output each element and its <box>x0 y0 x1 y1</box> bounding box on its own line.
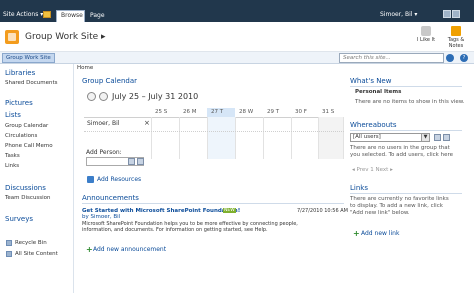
search-icon[interactable] <box>446 54 454 62</box>
announcement-date: 7/27/2010 10:56 AM <box>297 208 348 214</box>
announcement-author[interactable]: by Simoer, Bil <box>82 214 120 220</box>
links-title[interactable]: Links <box>350 184 368 192</box>
day-header[interactable]: 25 S <box>151 108 179 117</box>
whereabouts-empty-text: There are no users in the group that you… <box>350 145 453 158</box>
navigate-up-icon[interactable] <box>43 11 51 18</box>
calendar-row-divider <box>84 131 344 132</box>
top-nav-current-tab[interactable]: Group Work Site <box>2 53 55 63</box>
whats-new-empty-text: There are no items to show in this view. <box>355 99 465 105</box>
announcement-body: Microsoft SharePoint Foundation helps yo… <box>82 221 298 233</box>
chevron-down-icon[interactable]: ▼ <box>421 134 429 141</box>
whereabouts-pager[interactable]: ◂ Prev 1 Next ▸ <box>352 167 393 173</box>
nav-head-surveys[interactable]: Surveys <box>5 215 33 223</box>
site-title[interactable]: Group Work Site ▸ <box>25 32 106 42</box>
check-names-icon[interactable] <box>128 158 135 165</box>
calendar-day-column-today[interactable] <box>207 117 235 159</box>
tag-icon <box>451 26 461 36</box>
announcements-title[interactable]: Announcements <box>82 194 139 202</box>
day-header[interactable]: 29 T <box>263 108 291 117</box>
ribbon-bar: Site Actions ▾ Browse Page Simoer, Bil ▾ <box>0 0 474 22</box>
top-nav: Group Work Site Search this site... ? <box>0 52 474 64</box>
nav-head-lists[interactable]: Lists <box>5 111 21 119</box>
add-resources-icon <box>87 176 94 183</box>
recycle-bin-icon <box>6 240 12 246</box>
user-menu[interactable]: Simoer, Bil ▾ <box>380 11 417 18</box>
all-site-content-icon <box>6 251 12 257</box>
day-header-today[interactable]: 27 T <box>207 108 235 117</box>
minimize-icon[interactable] <box>443 10 451 18</box>
search-input[interactable]: Search this site... <box>339 53 444 63</box>
calendar-day-column[interactable] <box>318 117 344 159</box>
nav-head-pictures[interactable]: Pictures <box>5 99 33 107</box>
site-actions-menu[interactable]: Site Actions ▾ <box>3 11 43 18</box>
whereabouts-title[interactable]: Whereabouts <box>350 121 397 129</box>
nav-item-recycle-bin[interactable]: Recycle Bin <box>15 240 47 246</box>
whereabouts-divider <box>350 130 462 131</box>
calendar-day-column[interactable] <box>151 117 179 159</box>
nav-item-tasks[interactable]: Tasks <box>5 153 20 159</box>
calendar-date-range: July 25 – July 31 2010 <box>112 92 199 101</box>
tab-page[interactable]: Page <box>86 11 106 22</box>
title-bar: Group Work Site ▸ I Like It Tags & Notes <box>0 22 474 52</box>
nav-item-phone-call-memo[interactable]: Phone Call Memo <box>5 143 53 149</box>
help-icon[interactable] <box>452 10 460 18</box>
calendar-person-name[interactable]: Simoer, Bil <box>87 120 119 127</box>
i-like-it-label: I Like It <box>416 37 436 43</box>
add-person-label: Add Person: <box>86 149 122 156</box>
breadcrumb[interactable]: Home <box>77 65 93 71</box>
thumbs-up-icon <box>421 26 431 36</box>
nav-item-team-discussion[interactable]: Team Discussion <box>5 195 51 201</box>
window-controls <box>442 10 470 19</box>
day-header[interactable]: 30 F <box>291 108 318 117</box>
whats-new-title[interactable]: What's New <box>350 77 391 85</box>
day-header[interactable]: 28 W <box>235 108 263 117</box>
add-person-input[interactable] <box>86 157 144 166</box>
personal-items-heading: Personal Items <box>355 89 402 95</box>
whats-new-divider <box>350 86 462 87</box>
remove-person-icon[interactable]: × <box>144 119 150 127</box>
site-logo-icon <box>5 30 19 44</box>
calendar-day-column[interactable] <box>291 117 318 159</box>
add-announcement-icon: + <box>86 245 93 254</box>
calendar-next-icon[interactable] <box>99 92 108 101</box>
add-announcement-link[interactable]: Add new announcement <box>93 246 166 253</box>
calendar-day-column[interactable] <box>263 117 291 159</box>
links-empty-text: There are currently no favorite links to… <box>350 196 449 216</box>
calendar-title[interactable]: Group Calendar <box>82 77 137 85</box>
help-button-icon[interactable]: ? <box>460 54 468 62</box>
nav-head-libraries[interactable]: Libraries <box>5 69 35 77</box>
announcements-divider <box>82 203 344 204</box>
nav-head-discussions[interactable]: Discussions <box>5 184 46 192</box>
nav-item-shared-documents[interactable]: Shared Documents <box>5 80 57 86</box>
whereabouts-edit-icon[interactable] <box>443 134 450 141</box>
calendar-prev-icon[interactable] <box>87 92 96 101</box>
browse-people-icon[interactable] <box>137 158 144 165</box>
nav-item-links[interactable]: Links <box>5 163 19 169</box>
day-header[interactable]: 31 S <box>318 108 344 117</box>
calendar-day-column[interactable] <box>235 117 263 159</box>
add-resources-link[interactable]: Add Resources <box>97 176 141 183</box>
links-divider <box>350 193 462 194</box>
add-link-icon: + <box>353 229 360 238</box>
whereabouts-group-select[interactable]: [All users] <box>350 133 430 142</box>
day-header[interactable]: 26 M <box>179 108 207 117</box>
new-badge: NEW <box>223 208 236 213</box>
nav-item-all-site-content[interactable]: All Site Content <box>15 251 58 257</box>
nav-item-circulations[interactable]: Circulations <box>5 133 37 139</box>
calendar-day-column[interactable] <box>179 117 207 159</box>
i-like-it-button[interactable]: I Like It <box>414 26 438 52</box>
tags-notes-button[interactable]: Tags & Notes <box>442 26 470 52</box>
nav-item-group-calendar[interactable]: Group Calendar <box>5 123 48 129</box>
tags-notes-label: Tags & Notes <box>447 37 465 49</box>
tab-browse[interactable]: Browse <box>56 10 85 22</box>
add-new-link[interactable]: Add new link <box>361 230 399 237</box>
whereabouts-refresh-icon[interactable] <box>434 134 441 141</box>
